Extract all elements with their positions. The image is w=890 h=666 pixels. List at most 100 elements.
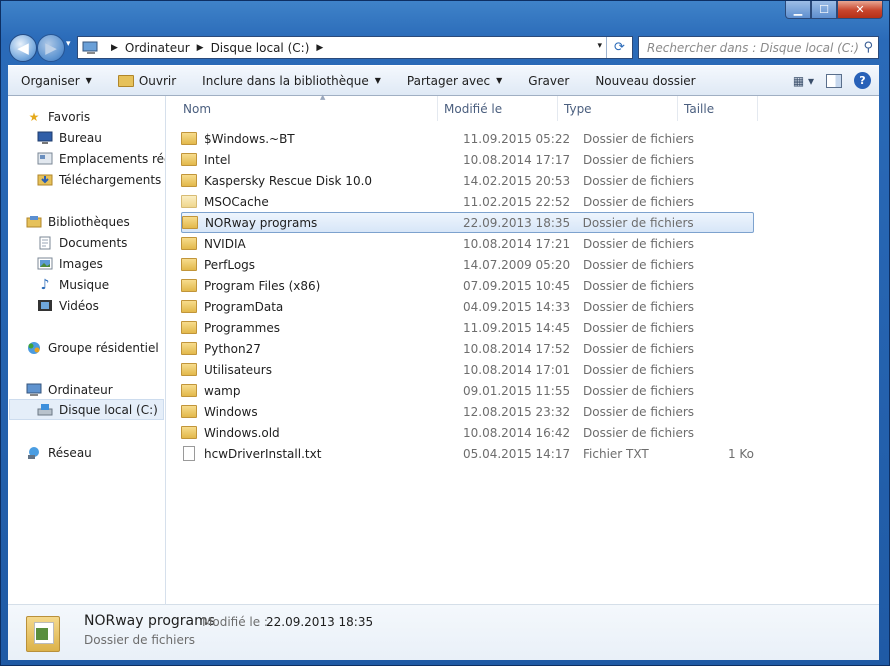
organize-button[interactable]: Organiser ▼ [8,66,105,95]
burn-label: Graver [528,73,570,88]
address-bar[interactable]: ▶ Ordinateur ▶ Disque local (C:) ▶ ▾ ⟳ [77,36,633,59]
column-header-label: Modifié le [444,101,503,116]
file-size: 1 Ko [727,446,754,461]
recent-pages-dropdown[interactable]: ▾ [66,39,71,49]
sidebar-item-computer[interactable]: Ordinateur [26,379,113,400]
file-date: 05.04.2015 14:17 [463,446,571,461]
breadcrumb-separator-icon[interactable]: ▶ [316,43,323,53]
images-icon [37,257,53,271]
table-row[interactable]: Program Files (x86) 07.09.2015 10:45 Dossi… [181,275,754,296]
sidebar-item-desktop[interactable]: Bureau [37,127,102,148]
file-type: Dossier de fichiers [583,194,695,209]
file-type: Dossier de fichiers [583,320,695,335]
music-icon: ♪ [40,276,50,293]
downloads-icon [37,173,53,187]
forward-button[interactable]: ▶ [37,34,65,62]
folder-icon [181,258,197,271]
sidebar-item-recent-places[interactable]: Emplacements récents [37,148,165,169]
file-type: Dossier de fichiers [583,341,695,356]
file-date: 12.08.2015 23:32 [463,404,571,419]
folder-icon [181,174,197,187]
table-row[interactable]: Windows 12.08.2015 23:32 Dossier de fichie… [181,401,754,422]
file-name: Python27 [204,341,261,356]
breadcrumb: ▶ Ordinateur ▶ Disque local (C:) ▶ [104,41,330,55]
column-header-type[interactable]: Type [564,96,678,121]
preview-pane-icon[interactable] [826,73,842,88]
table-row[interactable]: Kaspersky Rescue Disk 10.0 14.02.2015 20:… [181,170,754,191]
sidebar-item-local-disk[interactable]: Disque local (C:) [9,399,164,420]
breadcrumb-separator-icon[interactable]: ▶ [197,43,204,53]
table-row[interactable]: Programmes 11.09.2015 14:45 Dossier de fic… [181,317,754,338]
column-header-label: Nom [183,101,212,116]
search-input[interactable]: Rechercher dans : Disque local (C:) ⚲ [638,36,879,59]
breadcrumb-separator-icon[interactable]: ▶ [111,43,118,53]
sidebar-item-downloads[interactable]: Téléchargements [37,169,161,190]
folder-icon [181,363,197,376]
file-type: Dossier de fichiers [583,131,695,146]
column-header-name[interactable]: Nom ▲ [183,93,438,121]
sidebar-item-label: Vidéos [59,298,99,313]
table-row[interactable]: Python27 10.08.2014 17:52 Dossier de fichi… [181,338,754,359]
file-date: 22.09.2013 18:35 [463,215,571,230]
file-name: hcwDriverInstall.txt [204,446,322,461]
large-folder-icon [26,612,62,654]
table-row[interactable]: wamp 09.01.2015 11:55 Dossier de fichiers [181,380,754,401]
file-type: Dossier de fichiers [582,215,694,230]
details-modified-label: Modifié le : [202,615,268,629]
maximize-button[interactable]: ☐ [811,1,837,19]
file-date: 10.08.2014 17:01 [463,362,571,377]
refresh-button[interactable]: ⟳ [606,37,632,58]
close-button[interactable]: ✕ [837,1,883,19]
include-library-button[interactable]: Inclure dans la bibliothèque ▼ [189,66,394,95]
network-icon [26,446,42,460]
table-row[interactable]: $Windows.~BT 11.09.2015 05:22 Dossier de f… [181,128,754,149]
file-date: 11.02.2015 22:52 [463,194,571,209]
file-date: 04.09.2015 14:33 [463,299,571,314]
table-row[interactable]: Windows.old 10.08.2014 16:42 Dossier de fi… [181,422,754,443]
back-button[interactable]: ◀ [9,34,37,62]
share-button[interactable]: Partager avec ▼ [394,66,515,95]
chevron-down-icon: ▼ [496,76,503,85]
table-row[interactable]: PerfLogs 14.07.2009 05:20 Dossier de fichi… [181,254,754,275]
sidebar-item-libraries[interactable]: Bibliothèques [26,211,130,232]
details-name: NORway programs [84,613,216,629]
table-row[interactable]: hcwDriverInstall.txt 05.04.2015 14:17 Fich… [181,443,754,464]
recent-places-icon [37,152,53,166]
sidebar-item-label: Emplacements récents [59,151,165,166]
burn-button[interactable]: Graver [515,66,582,95]
address-dropdown-icon[interactable]: ▾ [597,41,602,51]
table-row-selected[interactable]: NORway programs 22.09.2013 18:35 Dossier d… [181,212,754,233]
folder-icon [181,426,197,439]
text-file-icon [183,446,195,461]
computer-icon [82,41,100,55]
column-header-size[interactable]: Taille [684,96,758,121]
sidebar-item-documents[interactable]: Documents [37,232,127,253]
table-row[interactable]: Intel 10.08.2014 17:17 Dossier de fichiers [181,149,754,170]
sidebar-item-label: Favoris [48,109,91,124]
new-folder-button[interactable]: Nouveau dossier [582,66,708,95]
breadcrumb-computer[interactable]: Ordinateur [125,41,190,55]
minimize-button[interactable]: ▁ [785,1,811,19]
breadcrumb-local-disk[interactable]: Disque local (C:) [211,41,310,55]
sidebar-item-network[interactable]: Réseau [26,442,92,463]
open-button[interactable]: Ouvrir [105,66,189,95]
sidebar-item-favorites[interactable]: ★ Favoris [26,106,91,127]
table-row[interactable]: Utilisateurs 10.08.2014 17:01 Dossier de f… [181,359,754,380]
help-icon[interactable]: ? [854,72,871,89]
sidebar-item-music[interactable]: ♪ Musique [37,274,110,295]
table-row[interactable]: MSOCache 11.02.2015 22:52 Dossier de fichi… [181,191,754,212]
file-name: Intel [204,152,231,167]
details-type: Dossier de fichiers [84,633,196,647]
file-name: Programmes [204,320,280,335]
sidebar-item-homegroup[interactable]: Groupe résidentiel [26,337,159,358]
sidebar-item-images[interactable]: Images [37,253,103,274]
folder-icon [181,342,197,355]
table-row[interactable]: NVIDIA 10.08.2014 17:21 Dossier de fichier… [181,233,754,254]
computer-icon [26,383,42,397]
change-view-button[interactable]: ▦ ▾ [793,74,814,88]
sidebar-item-videos[interactable]: Vidéos [37,295,99,316]
table-row[interactable]: ProgramData 04.09.2015 14:33 Dossier de fi… [181,296,754,317]
search-icon[interactable]: ⚲ [863,40,873,55]
file-type: Dossier de fichiers [583,425,695,440]
column-header-modified[interactable]: Modifié le [444,96,558,121]
